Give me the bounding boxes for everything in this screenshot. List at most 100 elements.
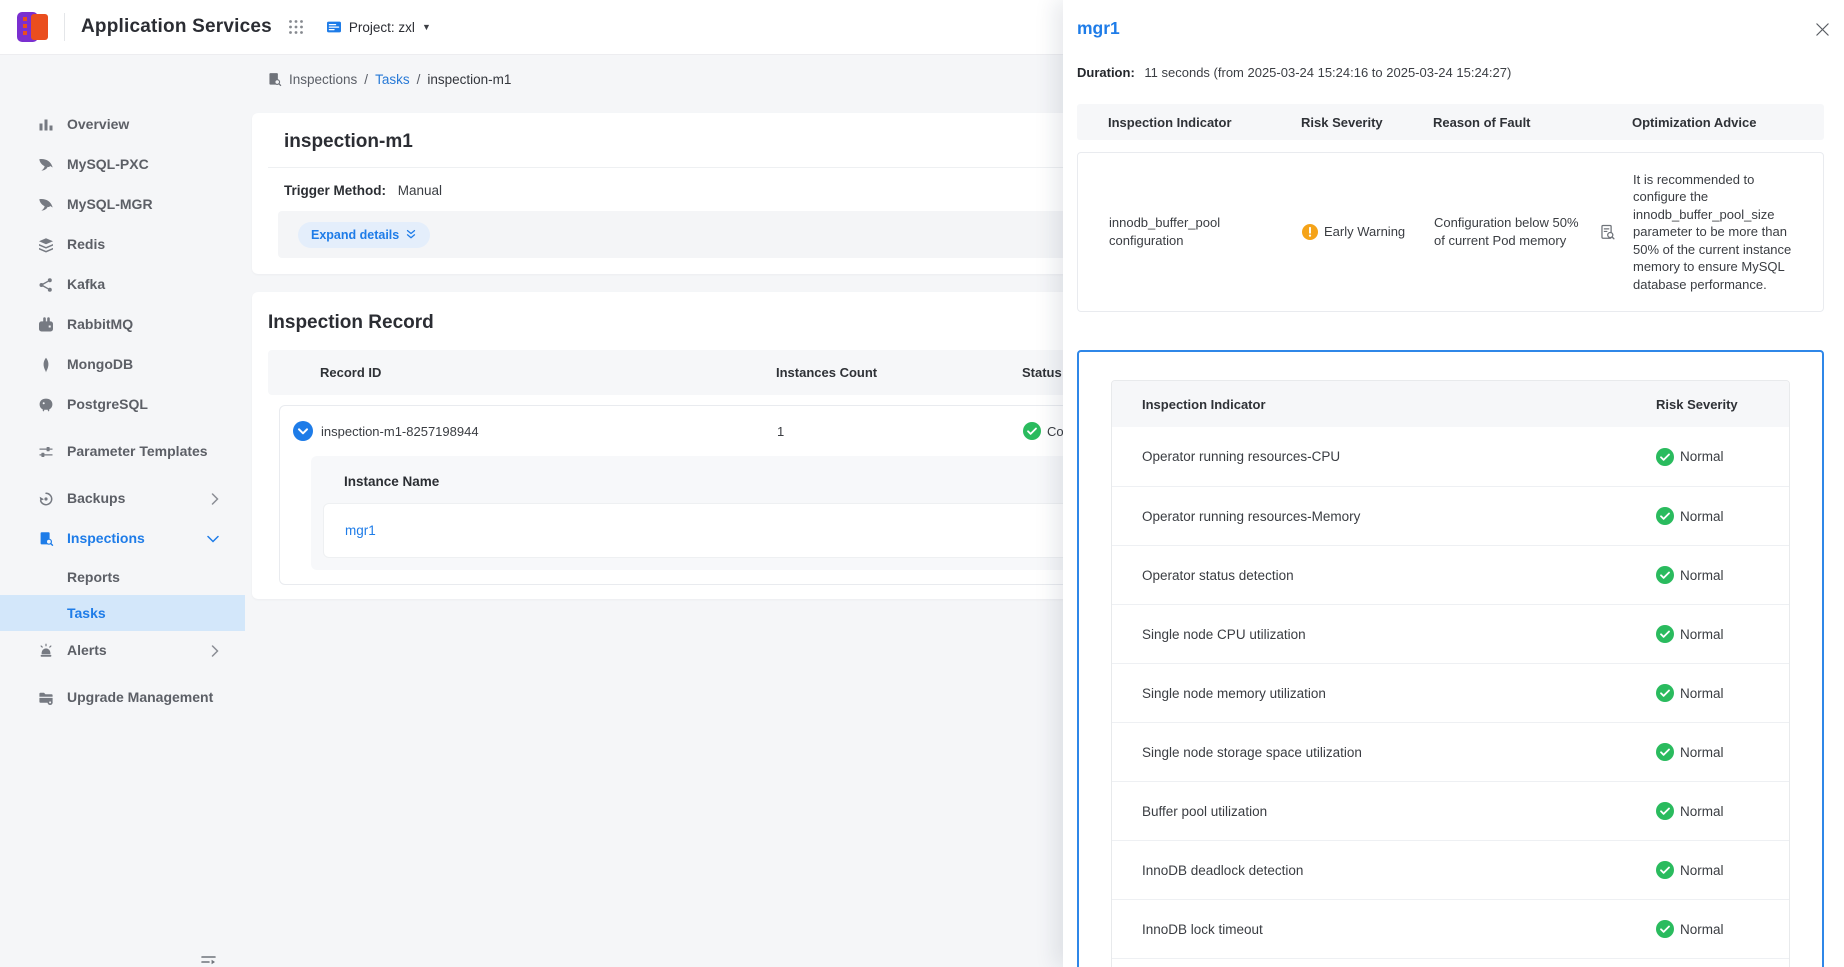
sidebar-item-mysql-pxc[interactable]: MySQL-PXC — [0, 145, 245, 185]
sidebar-item-redis[interactable]: Redis — [0, 225, 245, 265]
col-inspection-indicator: Inspection Indicator — [1142, 397, 1656, 412]
risk-cell: Normal — [1656, 743, 1773, 761]
sidebar-item-mysql-mgr[interactable]: MySQL-MGR — [0, 185, 245, 225]
check-circle-icon — [1656, 507, 1674, 525]
folder-gear-icon — [38, 690, 54, 706]
indicator-row: Single node memory utilization Normal — [1112, 663, 1789, 722]
breadcrumb-tasks-link[interactable]: Tasks — [375, 72, 410, 87]
sidebar-item-reports[interactable]: Reports — [0, 559, 245, 595]
sidebar-item-tasks[interactable]: Tasks — [0, 595, 245, 631]
chevron-down-icon — [207, 535, 219, 543]
sidebar-item-inspections[interactable]: Inspections — [0, 519, 245, 559]
trigger-method-label: Trigger Method: — [284, 183, 386, 198]
elephant-icon — [38, 397, 54, 413]
app-title: Application Services — [81, 16, 272, 38]
project-icon — [326, 19, 342, 35]
duration-value: 11 seconds (from 2025-03-24 15:24:16 to … — [1144, 65, 1511, 80]
normal-indicators-panel: Inspection Indicator Risk Severity Opera… — [1077, 350, 1824, 967]
col-optimization-advice: Optimization Advice — [1632, 115, 1810, 130]
sidebar: Overview MySQL-PXC MySQL-MGR Redis Kafka… — [0, 55, 245, 967]
risk-cell: Normal — [1656, 802, 1773, 820]
indicator-row — [1112, 958, 1789, 967]
instances-count-cell: 1 — [777, 424, 1023, 439]
mysql-dolphin-icon — [38, 197, 54, 213]
indicator-cell: innodb_buffer_pool configuration — [1109, 214, 1302, 249]
sidebar-collapse-icon[interactable] — [200, 952, 218, 967]
risk-cell: Normal — [1656, 684, 1773, 702]
indicator-row: Single node CPU utilization Normal — [1112, 604, 1789, 663]
risk-cell: Early Warning — [1302, 223, 1434, 241]
inspection-doc-icon — [38, 531, 54, 547]
check-circle-icon — [1023, 422, 1041, 440]
check-circle-icon — [1656, 802, 1674, 820]
app-grid-icon[interactable] — [288, 19, 304, 35]
breadcrumb-inspections[interactable]: Inspections — [289, 72, 357, 87]
indicator-row: Buffer pool utilization Normal — [1112, 781, 1789, 840]
leaf-icon — [38, 357, 54, 373]
double-chevron-down-icon — [405, 229, 417, 240]
inspection-doc-icon — [267, 72, 282, 87]
normal-indicators-table: Inspection Indicator Risk Severity Opera… — [1111, 380, 1790, 967]
check-circle-icon — [1656, 566, 1674, 584]
chevron-right-icon — [211, 645, 219, 657]
warning-circle-icon — [1302, 224, 1318, 240]
sidebar-item-rabbitmq[interactable]: RabbitMQ — [0, 305, 245, 345]
sidebar-item-overview[interactable]: Overview — [0, 105, 245, 145]
alarm-icon — [38, 643, 54, 659]
reason-cell: Configuration below 50% of current Pod m… — [1434, 214, 1599, 249]
normal-table-header: Inspection Indicator Risk Severity — [1112, 381, 1789, 427]
sidebar-item-alerts[interactable]: Alerts — [0, 631, 245, 671]
close-icon[interactable] — [1815, 22, 1830, 37]
check-circle-icon — [1656, 684, 1674, 702]
risk-cell: Normal — [1656, 920, 1773, 938]
project-selector[interactable]: Project: zxl ▼ — [326, 19, 431, 35]
sidebar-item-backups[interactable]: Backups — [0, 479, 245, 519]
indicator-row: Operator running resources-Memory Normal — [1112, 486, 1789, 545]
indicator-row: Operator status detection Normal — [1112, 545, 1789, 604]
sidebar-item-parameter-templates[interactable]: Parameter Templates — [0, 425, 245, 479]
sidebar-item-postgresql[interactable]: PostgreSQL — [0, 385, 245, 425]
trigger-method-value: Manual — [398, 183, 442, 198]
check-circle-icon — [1656, 920, 1674, 938]
instance-link-mgr1[interactable]: mgr1 — [345, 523, 376, 538]
check-circle-icon — [1656, 448, 1674, 466]
collapse-row-icon[interactable] — [293, 421, 313, 441]
app-logo — [14, 9, 54, 45]
expand-details-button[interactable]: Expand details — [298, 222, 430, 248]
risk-cell: Normal — [1656, 625, 1773, 643]
breadcrumb-current: inspection-m1 — [427, 72, 511, 87]
drawer-title: mgr1 — [1077, 18, 1824, 39]
sidebar-item-kafka[interactable]: Kafka — [0, 265, 245, 305]
record-id-cell: inspection-m1-8257198944 — [321, 424, 777, 439]
duration-label: Duration: — [1077, 65, 1135, 80]
sidebar-item-upgrade-management[interactable]: Upgrade Management — [0, 671, 245, 725]
col-instances-count: Instances Count — [776, 365, 1022, 380]
col-reason-of-fault: Reason of Fault — [1433, 115, 1598, 130]
backup-restore-icon — [38, 491, 54, 507]
breadcrumb-separator: / — [364, 72, 368, 87]
node-graph-icon — [38, 277, 54, 293]
chevron-right-icon — [211, 493, 219, 505]
check-circle-icon — [1656, 743, 1674, 761]
mysql-dolphin-icon — [38, 157, 54, 173]
sidebar-item-mongodb[interactable]: MongoDB — [0, 345, 245, 385]
col-record-id: Record ID — [320, 365, 776, 380]
duration-row: Duration: 11 seconds (from 2025-03-24 15… — [1077, 65, 1824, 80]
risk-cell: Normal — [1656, 566, 1773, 584]
check-circle-icon — [1656, 861, 1674, 879]
project-label: Project: zxl — [349, 20, 415, 35]
col-risk-severity: Risk Severity — [1656, 397, 1773, 412]
rabbit-icon — [38, 317, 54, 333]
indicator-row: InnoDB deadlock detection Normal — [1112, 840, 1789, 899]
col-inspection-indicator: Inspection Indicator — [1108, 115, 1301, 130]
indicator-row: Operator running resources-CPU Normal — [1112, 427, 1789, 486]
advice-cell: It is recommended to configure the innod… — [1633, 171, 1809, 294]
risk-cell: Normal — [1656, 507, 1773, 525]
check-circle-icon — [1656, 625, 1674, 643]
layers-icon — [38, 237, 54, 253]
breadcrumb-separator: / — [417, 72, 421, 87]
risk-cell: Normal — [1656, 861, 1773, 879]
instance-detail-drawer: mgr1 Duration: 11 seconds (from 2025-03-… — [1063, 0, 1844, 967]
sliders-icon — [38, 444, 54, 460]
advice-doc-icon[interactable] — [1599, 224, 1633, 241]
